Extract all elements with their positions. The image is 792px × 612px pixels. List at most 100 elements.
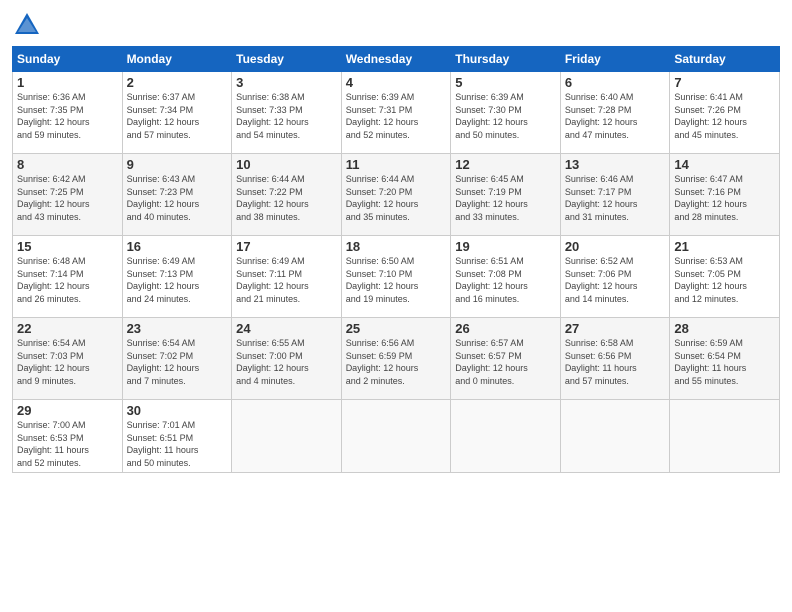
day-info: Sunrise: 7:00 AM Sunset: 6:53 PM Dayligh… — [17, 419, 118, 469]
day-number: 24 — [236, 321, 337, 336]
day-number: 2 — [127, 75, 228, 90]
day-number: 14 — [674, 157, 775, 172]
day-number: 8 — [17, 157, 118, 172]
day-info: Sunrise: 6:56 AM Sunset: 6:59 PM Dayligh… — [346, 337, 447, 387]
day-cell: 8Sunrise: 6:42 AM Sunset: 7:25 PM Daylig… — [13, 154, 123, 236]
week-row-5: 29Sunrise: 7:00 AM Sunset: 6:53 PM Dayli… — [13, 400, 780, 473]
weekday-thursday: Thursday — [451, 47, 561, 72]
day-info: Sunrise: 6:45 AM Sunset: 7:19 PM Dayligh… — [455, 173, 556, 223]
day-number: 27 — [565, 321, 666, 336]
day-cell: 4Sunrise: 6:39 AM Sunset: 7:31 PM Daylig… — [341, 72, 451, 154]
day-number: 7 — [674, 75, 775, 90]
day-cell: 5Sunrise: 6:39 AM Sunset: 7:30 PM Daylig… — [451, 72, 561, 154]
day-info: Sunrise: 6:36 AM Sunset: 7:35 PM Dayligh… — [17, 91, 118, 141]
day-info: Sunrise: 6:55 AM Sunset: 7:00 PM Dayligh… — [236, 337, 337, 387]
day-info: Sunrise: 6:50 AM Sunset: 7:10 PM Dayligh… — [346, 255, 447, 305]
day-cell: 26Sunrise: 6:57 AM Sunset: 6:57 PM Dayli… — [451, 318, 561, 400]
day-cell: 6Sunrise: 6:40 AM Sunset: 7:28 PM Daylig… — [560, 72, 670, 154]
page-container: SundayMondayTuesdayWednesdayThursdayFrid… — [0, 0, 792, 481]
day-cell: 30Sunrise: 7:01 AM Sunset: 6:51 PM Dayli… — [122, 400, 232, 473]
day-cell: 13Sunrise: 6:46 AM Sunset: 7:17 PM Dayli… — [560, 154, 670, 236]
day-number: 4 — [346, 75, 447, 90]
weekday-monday: Monday — [122, 47, 232, 72]
day-info: Sunrise: 6:49 AM Sunset: 7:11 PM Dayligh… — [236, 255, 337, 305]
day-number: 26 — [455, 321, 556, 336]
logo — [12, 10, 46, 40]
day-info: Sunrise: 6:54 AM Sunset: 7:02 PM Dayligh… — [127, 337, 228, 387]
day-cell: 11Sunrise: 6:44 AM Sunset: 7:20 PM Dayli… — [341, 154, 451, 236]
weekday-wednesday: Wednesday — [341, 47, 451, 72]
header — [12, 10, 780, 40]
day-cell: 17Sunrise: 6:49 AM Sunset: 7:11 PM Dayli… — [232, 236, 342, 318]
day-info: Sunrise: 6:48 AM Sunset: 7:14 PM Dayligh… — [17, 255, 118, 305]
day-cell — [670, 400, 780, 473]
day-info: Sunrise: 6:44 AM Sunset: 7:20 PM Dayligh… — [346, 173, 447, 223]
day-cell: 27Sunrise: 6:58 AM Sunset: 6:56 PM Dayli… — [560, 318, 670, 400]
logo-icon — [12, 10, 42, 40]
day-cell: 12Sunrise: 6:45 AM Sunset: 7:19 PM Dayli… — [451, 154, 561, 236]
day-number: 11 — [346, 157, 447, 172]
day-cell: 28Sunrise: 6:59 AM Sunset: 6:54 PM Dayli… — [670, 318, 780, 400]
day-number: 18 — [346, 239, 447, 254]
day-number: 5 — [455, 75, 556, 90]
day-info: Sunrise: 6:46 AM Sunset: 7:17 PM Dayligh… — [565, 173, 666, 223]
day-cell: 16Sunrise: 6:49 AM Sunset: 7:13 PM Dayli… — [122, 236, 232, 318]
day-info: Sunrise: 6:49 AM Sunset: 7:13 PM Dayligh… — [127, 255, 228, 305]
day-info: Sunrise: 6:59 AM Sunset: 6:54 PM Dayligh… — [674, 337, 775, 387]
day-cell — [451, 400, 561, 473]
week-row-4: 22Sunrise: 6:54 AM Sunset: 7:03 PM Dayli… — [13, 318, 780, 400]
day-cell — [341, 400, 451, 473]
day-info: Sunrise: 6:58 AM Sunset: 6:56 PM Dayligh… — [565, 337, 666, 387]
weekday-tuesday: Tuesday — [232, 47, 342, 72]
week-row-1: 1Sunrise: 6:36 AM Sunset: 7:35 PM Daylig… — [13, 72, 780, 154]
day-cell: 15Sunrise: 6:48 AM Sunset: 7:14 PM Dayli… — [13, 236, 123, 318]
day-number: 28 — [674, 321, 775, 336]
day-number: 12 — [455, 157, 556, 172]
day-info: Sunrise: 6:38 AM Sunset: 7:33 PM Dayligh… — [236, 91, 337, 141]
weekday-header-row: SundayMondayTuesdayWednesdayThursdayFrid… — [13, 47, 780, 72]
day-info: Sunrise: 6:57 AM Sunset: 6:57 PM Dayligh… — [455, 337, 556, 387]
day-info: Sunrise: 6:42 AM Sunset: 7:25 PM Dayligh… — [17, 173, 118, 223]
day-info: Sunrise: 7:01 AM Sunset: 6:51 PM Dayligh… — [127, 419, 228, 469]
day-number: 10 — [236, 157, 337, 172]
day-cell: 1Sunrise: 6:36 AM Sunset: 7:35 PM Daylig… — [13, 72, 123, 154]
week-row-3: 15Sunrise: 6:48 AM Sunset: 7:14 PM Dayli… — [13, 236, 780, 318]
day-number: 13 — [565, 157, 666, 172]
day-number: 3 — [236, 75, 337, 90]
day-cell: 3Sunrise: 6:38 AM Sunset: 7:33 PM Daylig… — [232, 72, 342, 154]
day-cell: 25Sunrise: 6:56 AM Sunset: 6:59 PM Dayli… — [341, 318, 451, 400]
day-cell: 22Sunrise: 6:54 AM Sunset: 7:03 PM Dayli… — [13, 318, 123, 400]
day-cell: 19Sunrise: 6:51 AM Sunset: 7:08 PM Dayli… — [451, 236, 561, 318]
day-info: Sunrise: 6:39 AM Sunset: 7:31 PM Dayligh… — [346, 91, 447, 141]
day-cell: 14Sunrise: 6:47 AM Sunset: 7:16 PM Dayli… — [670, 154, 780, 236]
day-cell: 10Sunrise: 6:44 AM Sunset: 7:22 PM Dayli… — [232, 154, 342, 236]
calendar-table: SundayMondayTuesdayWednesdayThursdayFrid… — [12, 46, 780, 473]
day-info: Sunrise: 6:47 AM Sunset: 7:16 PM Dayligh… — [674, 173, 775, 223]
weekday-sunday: Sunday — [13, 47, 123, 72]
day-info: Sunrise: 6:41 AM Sunset: 7:26 PM Dayligh… — [674, 91, 775, 141]
day-number: 23 — [127, 321, 228, 336]
day-info: Sunrise: 6:54 AM Sunset: 7:03 PM Dayligh… — [17, 337, 118, 387]
day-info: Sunrise: 6:43 AM Sunset: 7:23 PM Dayligh… — [127, 173, 228, 223]
weekday-friday: Friday — [560, 47, 670, 72]
day-cell — [232, 400, 342, 473]
day-cell: 23Sunrise: 6:54 AM Sunset: 7:02 PM Dayli… — [122, 318, 232, 400]
day-cell: 9Sunrise: 6:43 AM Sunset: 7:23 PM Daylig… — [122, 154, 232, 236]
day-number: 9 — [127, 157, 228, 172]
day-cell: 24Sunrise: 6:55 AM Sunset: 7:00 PM Dayli… — [232, 318, 342, 400]
day-cell — [560, 400, 670, 473]
day-number: 6 — [565, 75, 666, 90]
day-number: 25 — [346, 321, 447, 336]
day-info: Sunrise: 6:52 AM Sunset: 7:06 PM Dayligh… — [565, 255, 666, 305]
day-info: Sunrise: 6:51 AM Sunset: 7:08 PM Dayligh… — [455, 255, 556, 305]
day-info: Sunrise: 6:44 AM Sunset: 7:22 PM Dayligh… — [236, 173, 337, 223]
day-cell: 21Sunrise: 6:53 AM Sunset: 7:05 PM Dayli… — [670, 236, 780, 318]
day-info: Sunrise: 6:37 AM Sunset: 7:34 PM Dayligh… — [127, 91, 228, 141]
day-number: 19 — [455, 239, 556, 254]
day-number: 16 — [127, 239, 228, 254]
week-row-2: 8Sunrise: 6:42 AM Sunset: 7:25 PM Daylig… — [13, 154, 780, 236]
day-number: 20 — [565, 239, 666, 254]
weekday-saturday: Saturday — [670, 47, 780, 72]
day-info: Sunrise: 6:39 AM Sunset: 7:30 PM Dayligh… — [455, 91, 556, 141]
day-cell: 7Sunrise: 6:41 AM Sunset: 7:26 PM Daylig… — [670, 72, 780, 154]
